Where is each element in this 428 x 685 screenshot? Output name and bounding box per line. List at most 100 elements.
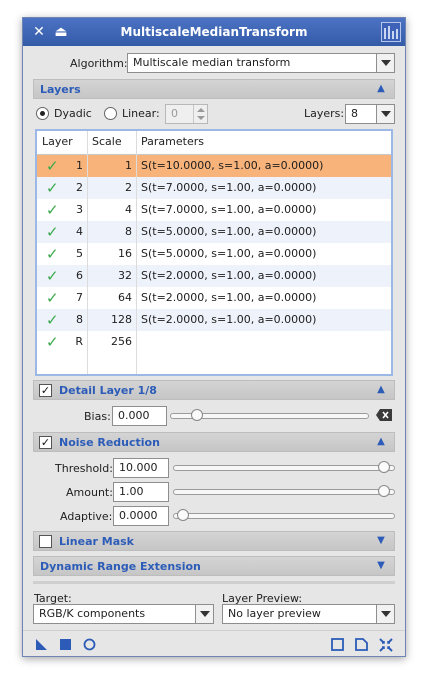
adaptive-slider[interactable]	[173, 509, 395, 521]
noise-reduction-section-header[interactable]: ✓ Noise Reduction ▲	[33, 432, 395, 452]
layers-table[interactable]: Layer Scale Parameters ✓ 1 1 S(t=10.0000, s…	[35, 129, 393, 376]
check-icon[interactable]: ✓	[46, 201, 59, 219]
table-row[interactable]: ✓ 2 2 S(t=7.0000, s=1.00, a=0.0000)	[37, 177, 391, 199]
amount-field[interactable]: 1.00	[113, 482, 169, 502]
detail-layer-section-header[interactable]: ✓ Detail Layer 1/8 ▲	[33, 380, 395, 400]
slider-handle[interactable]	[191, 409, 203, 421]
table-row[interactable]: ✓ R 256	[37, 331, 391, 353]
layer-preview-combo[interactable]: No layer preview	[222, 604, 395, 624]
amount-value: 1.00	[119, 485, 144, 498]
table-row[interactable]: ✓ 8 128 S(t=2.0000, s=1.00, a=0.0000)	[37, 309, 391, 331]
check-icon[interactable]: ✓	[46, 223, 59, 241]
collapse-icon[interactable]: ▲	[374, 383, 388, 397]
check-icon[interactable]: ✓	[46, 311, 59, 329]
expand-icon[interactable]: ▼	[374, 559, 388, 573]
bias-field[interactable]: 0.000	[112, 406, 167, 426]
algorithm-label: Algorithm:	[70, 57, 128, 70]
scale-cell: 1	[125, 159, 132, 172]
adaptive-field[interactable]: 0.0000	[113, 506, 169, 526]
table-row[interactable]: ✓ 7 64 S(t=2.0000, s=1.00, a=0.0000)	[37, 287, 391, 309]
check-icon[interactable]: ✓	[46, 267, 59, 285]
threshold-slider[interactable]	[173, 461, 395, 473]
check-icon[interactable]: ✓	[46, 245, 59, 263]
divider	[33, 581, 395, 584]
layer-preview-value: No layer preview	[228, 607, 321, 620]
bias-slider[interactable]	[170, 409, 369, 421]
process-icon[interactable]	[381, 22, 401, 42]
amount-label: Amount:	[66, 486, 113, 499]
table-row[interactable]: ✓ 4 8 S(t=5.0000, s=1.00, a=0.0000)	[37, 221, 391, 243]
expand-icon[interactable]: ▼	[374, 534, 388, 548]
layers-count-value: 8	[351, 107, 358, 120]
scale-cell: 256	[111, 335, 132, 348]
parameters-cell: S(t=2.0000, s=1.00, a=0.0000)	[141, 291, 317, 304]
linear-spinbox[interactable]: 0	[165, 104, 208, 124]
linear-mask-section-header[interactable]: Linear Mask ▼	[33, 531, 395, 551]
layer-cell: 2	[76, 181, 83, 194]
column-header-parameters[interactable]: Parameters	[141, 135, 204, 148]
layer-cell: R	[75, 335, 83, 348]
table-row[interactable]: ✓ 1 1 S(t=10.0000, s=1.00, a=0.0000)	[37, 155, 391, 177]
scale-cell: 2	[125, 181, 132, 194]
collapse-all-icon[interactable]	[379, 638, 393, 652]
section-title: Layers	[40, 83, 81, 96]
amount-slider[interactable]	[173, 485, 395, 497]
backspace-icon[interactable]	[375, 408, 393, 422]
parameters-cell: S(t=2.0000, s=1.00, a=0.0000)	[141, 313, 317, 326]
check-icon[interactable]: ✓	[46, 179, 59, 197]
layer-cell: 5	[76, 247, 83, 260]
real-time-preview-icon[interactable]	[83, 638, 96, 651]
layers-count-combo[interactable]: 8	[345, 104, 395, 124]
target-combo[interactable]: RGB/K components	[33, 604, 214, 624]
bias-label: Bias:	[84, 410, 111, 423]
title-bar[interactable]: ✕ ⏏ MultiscaleMedianTransform	[23, 18, 405, 46]
window-title: MultiscaleMedianTransform	[120, 25, 308, 39]
dyadic-radio[interactable]	[36, 107, 49, 120]
dynamic-range-section-header[interactable]: Dynamic Range Extension ▼	[33, 556, 395, 576]
layer-cell: 4	[76, 225, 83, 238]
table-row[interactable]: ✓ 3 4 S(t=7.0000, s=1.00, a=0.0000)	[37, 199, 391, 221]
slider-handle[interactable]	[177, 509, 189, 521]
new-instance-icon[interactable]	[35, 638, 48, 651]
adaptive-value: 0.0000	[119, 509, 158, 522]
section-title: Dynamic Range Extension	[40, 560, 201, 573]
column-header-scale[interactable]: Scale	[92, 135, 122, 148]
check-icon[interactable]: ✓	[46, 157, 59, 175]
slider-handle[interactable]	[378, 461, 390, 473]
browse-documentation-icon[interactable]	[331, 638, 344, 651]
chevron-down-icon	[376, 605, 394, 623]
check-icon[interactable]: ✓	[46, 333, 59, 351]
column-header-layer[interactable]: Layer	[42, 135, 73, 148]
table-row[interactable]: ✓ 5 16 S(t=5.0000, s=1.00, a=0.0000)	[37, 243, 391, 265]
scale-cell: 128	[111, 313, 132, 326]
section-title: Linear Mask	[59, 535, 134, 548]
threshold-field[interactable]: 10.000	[113, 458, 169, 478]
algorithm-value: Multiscale median transform	[133, 56, 291, 69]
algorithm-combo[interactable]: Multiscale median transform	[127, 53, 395, 73]
threshold-value: 10.000	[119, 461, 158, 474]
spin-arrows-icon[interactable]	[193, 105, 207, 123]
reset-icon[interactable]	[355, 638, 368, 651]
layer-cell: 3	[76, 203, 83, 216]
linear-mask-checkbox[interactable]	[39, 535, 52, 548]
noise-reduction-checkbox[interactable]: ✓	[39, 436, 52, 449]
slider-handle[interactable]	[378, 485, 390, 497]
layer-cell: 1	[76, 159, 83, 172]
linear-value: 0	[171, 107, 178, 120]
collapse-icon[interactable]: ▲	[374, 82, 388, 96]
threshold-label: Threshold:	[55, 462, 113, 475]
section-title: Detail Layer 1/8	[59, 384, 157, 397]
detail-layer-checkbox[interactable]: ✓	[39, 384, 52, 397]
collapse-icon[interactable]: ▲	[374, 435, 388, 449]
layers-section-header[interactable]: Layers ▲	[33, 79, 395, 99]
parameters-cell: S(t=7.0000, s=1.00, a=0.0000)	[141, 203, 317, 216]
apply-global-icon[interactable]	[59, 638, 72, 651]
table-row[interactable]: ✓ 6 32 S(t=2.0000, s=1.00, a=0.0000)	[37, 265, 391, 287]
linear-label: Linear:	[122, 107, 160, 120]
check-icon[interactable]: ✓	[46, 289, 59, 307]
target-value: RGB/K components	[39, 607, 146, 620]
parameters-cell: S(t=7.0000, s=1.00, a=0.0000)	[141, 181, 317, 194]
layers-count-label: Layers:	[304, 107, 345, 120]
linear-radio[interactable]	[104, 107, 117, 120]
scale-cell: 4	[125, 203, 132, 216]
